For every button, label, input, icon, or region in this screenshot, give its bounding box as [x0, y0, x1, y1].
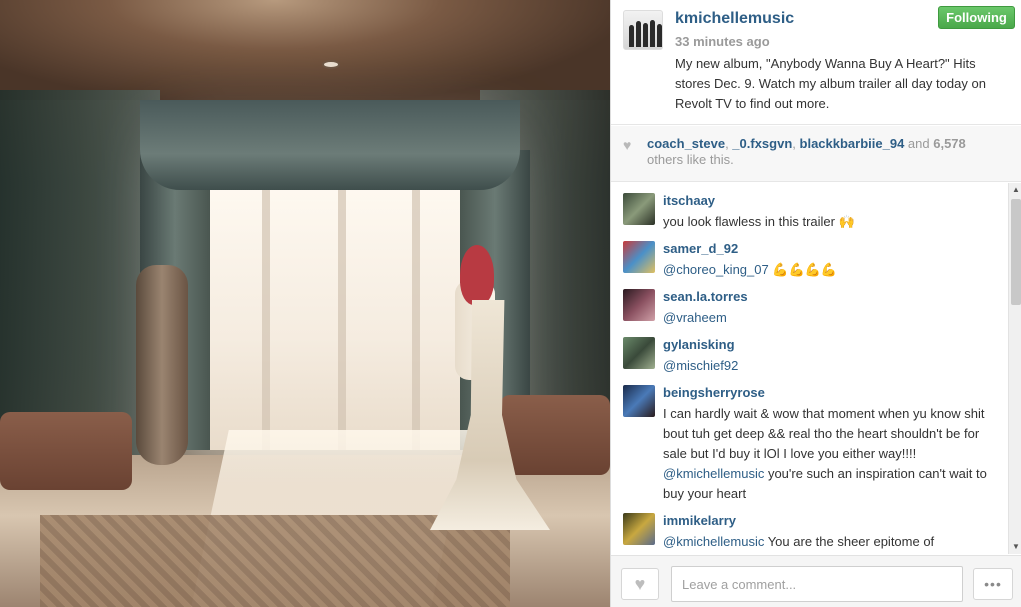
comment-text: you look flawless in this trailer 🙌: [663, 212, 998, 232]
photo-window: [200, 170, 470, 450]
comment-mention[interactable]: @kmichellemusic: [663, 534, 764, 549]
avatar-figure: [657, 24, 662, 47]
comment-mention[interactable]: @vraheem: [663, 310, 727, 325]
photo-window-mullion: [338, 170, 346, 450]
avatar[interactable]: [623, 193, 655, 225]
photo-sofa-left: [0, 412, 132, 490]
comment-text: I can hardly wait & wow that moment when…: [663, 404, 998, 504]
comment-mention[interactable]: @kmichellemusic: [663, 466, 764, 481]
comment-username[interactable]: gylanisking: [663, 337, 735, 352]
avatar[interactable]: [623, 337, 655, 369]
comment-body: I can hardly wait & wow that moment when…: [663, 406, 985, 461]
comment-mention[interactable]: @mischief92: [663, 358, 738, 373]
liker-link[interactable]: blackkbarbiie_94: [800, 136, 905, 151]
avatar[interactable]: [623, 10, 663, 50]
comments-list: itschaay you look flawless in this trail…: [611, 183, 1008, 554]
post-photo[interactable]: [0, 0, 610, 607]
avatar-figure: [629, 25, 634, 47]
photo-curtain-valance: [140, 100, 520, 190]
photo-ceiling-light: [322, 60, 340, 69]
comment-username[interactable]: samer_d_92: [663, 241, 738, 256]
avatar[interactable]: [623, 289, 655, 321]
post-details-panel: kmichellemusic 33 minutes ago My new alb…: [610, 0, 1021, 607]
photo-figure-hair: [460, 245, 494, 305]
comment-text: @kmichellemusic You are the sheer epitom…: [663, 532, 998, 552]
liker-link[interactable]: _0.fxsgvn: [732, 136, 792, 151]
avatar[interactable]: [623, 385, 655, 417]
post-header: kmichellemusic 33 minutes ago My new alb…: [611, 0, 1021, 125]
following-button[interactable]: Following: [938, 6, 1015, 29]
avatar-figure: [650, 20, 655, 47]
comment-mention[interactable]: @choreo_king_07: [663, 262, 769, 277]
comment-footer: ♥ •••: [611, 555, 1021, 607]
comment-body: you look flawless in this trailer 🙌: [663, 214, 855, 229]
comment-text: @vraheem: [663, 308, 998, 328]
like-button[interactable]: ♥: [621, 568, 659, 600]
comment-text: @choreo_king_07 💪💪💪💪: [663, 260, 998, 280]
avatar[interactable]: [623, 513, 655, 545]
heart-icon: ♥: [623, 137, 632, 153]
heart-icon: ♥: [634, 574, 646, 594]
likes-text: coach_steve, _0.fxsgvn, blackkbarbiie_94…: [647, 136, 1007, 168]
scrollbar-thumb[interactable]: [1011, 199, 1021, 305]
scroll-down-icon[interactable]: ▼: [1009, 540, 1021, 554]
comment-username[interactable]: itschaay: [663, 193, 715, 208]
photo-sofa-right: [500, 395, 610, 475]
comment-input[interactable]: [671, 566, 963, 602]
comment-body: You are the sheer epitome of: [764, 534, 935, 549]
comment-body: 💪💪💪💪: [768, 262, 838, 277]
comments-scrollbar[interactable]: ▲ ▼: [1008, 183, 1021, 554]
comment-username[interactable]: immikelarry: [663, 513, 736, 528]
post-timestamp[interactable]: 33 minutes ago: [675, 34, 770, 49]
avatar-figure: [636, 21, 641, 47]
likes-tail: others like this.: [647, 152, 734, 167]
likes-and: and: [904, 136, 934, 151]
likes-count[interactable]: 6,578: [933, 136, 966, 151]
avatar-figure: [643, 23, 648, 47]
post-caption: My new album, "Anybody Wanna Buy A Heart…: [675, 56, 986, 111]
comment-text: @mischief92: [663, 356, 998, 376]
post-username[interactable]: kmichellemusic: [675, 10, 794, 28]
scroll-up-icon[interactable]: ▲: [1009, 183, 1021, 197]
comment-username[interactable]: beingsherryrose: [663, 385, 765, 400]
liker-link[interactable]: coach_steve: [647, 136, 725, 151]
more-options-button[interactable]: •••: [973, 568, 1013, 600]
photo-window-mullion: [412, 170, 420, 450]
likes-separator: ,: [792, 136, 800, 151]
avatar[interactable]: [623, 241, 655, 273]
photo-ceiling: [0, 0, 610, 100]
photo-vase: [136, 265, 188, 465]
comment-username[interactable]: sean.la.torres: [663, 289, 748, 304]
photo-window-mullion: [262, 170, 270, 450]
likes-summary: ♥ coach_steve, _0.fxsgvn, blackkbarbiie_…: [611, 126, 1021, 182]
